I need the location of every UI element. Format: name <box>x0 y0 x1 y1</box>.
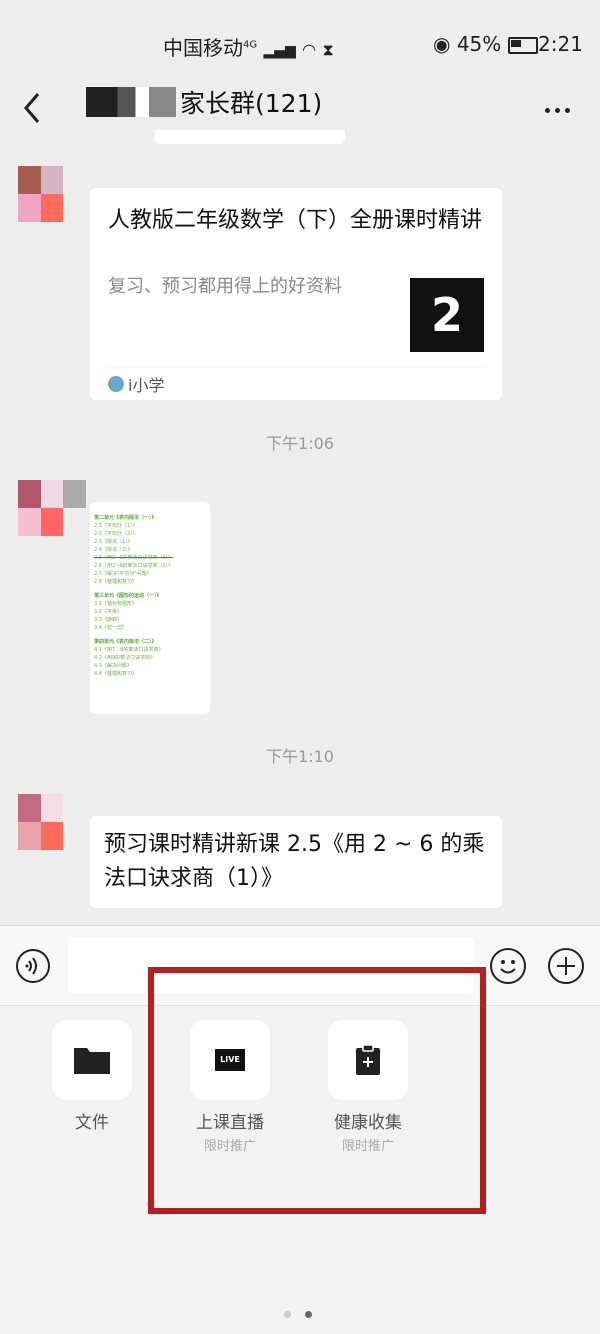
doc-line-item: 2.1《平均分（1）》 <box>94 523 138 529</box>
avatar[interactable] <box>18 480 86 536</box>
doc-line-item: 2.4《除法（2）》 <box>94 547 133 553</box>
hourglass-icon: ⧗ <box>322 40 334 59</box>
doc-line-item: 3.1《轴对称图形》 <box>94 601 137 607</box>
page-dot-active <box>305 1311 312 1318</box>
voice-icon[interactable] <box>16 949 50 983</box>
doc-section-heading: 第四单元《表内除法（二）》 <box>94 639 157 645</box>
redacted-name <box>86 87 176 117</box>
article-title: 人教版二年级数学（下）全册课时精讲 <box>108 208 483 233</box>
tool-icon-box[interactable] <box>52 1020 132 1100</box>
chat-header: 家长群(121) <box>0 78 600 130</box>
doc-line-item: 3.2《平移》 <box>94 609 122 615</box>
previous-message-edge <box>155 130 345 144</box>
network-type: 4G <box>243 39 258 51</box>
timestamp: 下午1:06 <box>266 434 334 453</box>
clock: 2:21 <box>538 32 583 56</box>
doc-line-item: 2.5《用2~6的乘法口诀求商（1）》 <box>94 555 174 561</box>
more-options-icon[interactable] <box>545 98 575 113</box>
timestamp: 下午1:10 <box>266 747 334 766</box>
doc-line-item: 4.3《解决问题》 <box>94 663 132 669</box>
doc-line-item: 4.4《整理和复习》 <box>94 671 137 677</box>
doc-line-item: 3.3《旋转》 <box>94 617 122 623</box>
emoji-icon[interactable] <box>490 948 526 984</box>
doc-line-item: 2.2《平均分（2）》 <box>94 531 138 537</box>
doc-line-item: 4.2《用9的乘法口诀求商》 <box>94 655 156 661</box>
folder-icon <box>74 1048 110 1074</box>
status-bar: 中国移动4G ▂▄▆ ◠ ⧗ ◉ 45% 2:21 <box>0 0 600 80</box>
plus-icon[interactable] <box>548 948 584 984</box>
eye-icon: ◉ <box>433 32 451 56</box>
doc-line-item: 4.1《用7、8的乘法口诀求商》 <box>94 647 164 653</box>
battery-percent: 45% <box>456 32 502 56</box>
doc-section-heading: 第二单元《表内除法（一）》 <box>94 515 157 521</box>
doc-line-item: 2.6《用2~6的乘法口诀求商（2）》 <box>94 563 174 569</box>
divider <box>108 366 484 367</box>
article-thumbnail: 2 <box>410 278 484 352</box>
doc-line-item: 2.7《解决"平均分"问题》 <box>94 571 152 577</box>
tool-label: 文件 <box>75 1113 109 1133</box>
image-message[interactable]: 第二单元《表内除法（一）》 2.1《平均分（1）》 2.2《平均分（2）》 2.3《除… <box>90 502 210 714</box>
article-card[interactable]: 人教版二年级数学（下）全册课时精讲 复习、预习都用得上的好资料 2 i小学 <box>90 188 502 400</box>
doc-line-item: 2.8《整理和复习》 <box>94 579 137 585</box>
tool-file[interactable]: 文件 <box>32 1020 152 1133</box>
page-dot <box>284 1311 291 1318</box>
doc-line-item: 3.4《剪一剪》 <box>94 625 127 631</box>
doc-line-item: 2.3《除法（1）》 <box>94 539 133 545</box>
doc-section-heading: 第三单元《图形的运动（一）》 <box>94 593 162 599</box>
status-right: ◉ 45% <box>433 32 538 56</box>
highlight-box <box>148 967 486 1214</box>
battery-icon <box>507 37 538 54</box>
message-text: 预习课时精讲新课 2.5《用 2 ~ 6 的乘法口诀求商（1）》 <box>104 832 485 891</box>
chat-title: 家长群(121) <box>86 84 322 120</box>
article-source: i小学 <box>108 372 164 396</box>
wifi-icon: ◠ <box>302 40 317 59</box>
avatar[interactable] <box>18 794 86 850</box>
text-message[interactable]: 预习课时精讲新课 2.5《用 2 ~ 6 的乘法口诀求商（1）》 <box>90 816 502 908</box>
carrier-label: 中国移动4G ▂▄▆ ◠ ⧗ <box>163 36 334 60</box>
source-logo-icon <box>108 376 124 392</box>
signal-icon: ▂▄▆ <box>263 43 296 59</box>
back-arrow-icon[interactable] <box>18 86 48 126</box>
article-description: 复习、预习都用得上的好资料 <box>108 276 342 297</box>
message-list[interactable]: 人教版二年级数学（下）全册课时精讲 复习、预习都用得上的好资料 2 i小学 下午… <box>0 130 600 925</box>
page-indicator <box>284 1303 326 1322</box>
avatar[interactable] <box>18 166 86 222</box>
